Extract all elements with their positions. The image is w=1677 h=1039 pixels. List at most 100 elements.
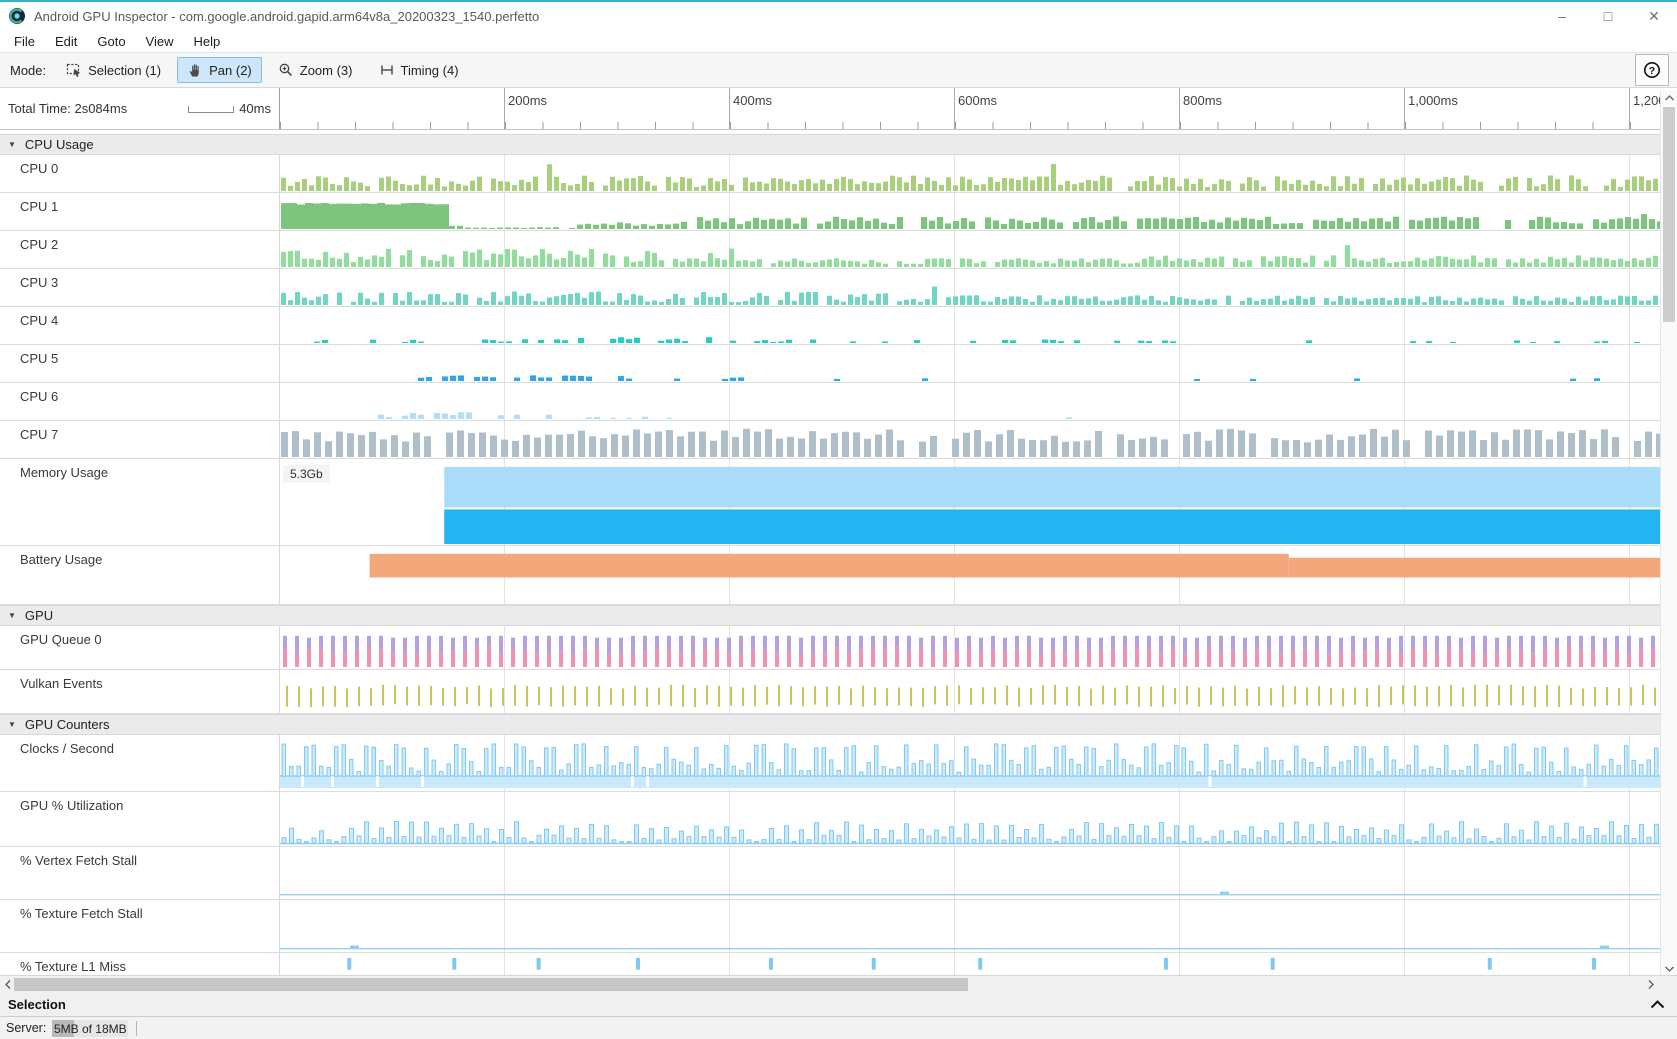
track-row-texture-fetch-stall: % Texture Fetch Stall bbox=[0, 900, 1660, 953]
track-label-cpu-0: CPU 0 bbox=[0, 155, 280, 192]
track-chart-vulkan-events[interactable] bbox=[280, 670, 1660, 713]
mode-button-label: Selection (1) bbox=[88, 63, 161, 78]
track-chart-cpu-1[interactable] bbox=[280, 193, 1660, 230]
close-button[interactable]: ✕ bbox=[1631, 2, 1677, 30]
track-chart-cpu-7[interactable] bbox=[280, 421, 1660, 458]
track-chart-texture-fetch-stall[interactable] bbox=[280, 900, 1660, 952]
vertical-scrollbar[interactable] bbox=[1660, 90, 1677, 977]
track-chart-gpu-queue-0[interactable] bbox=[280, 626, 1660, 669]
track-chart-cpu-3[interactable] bbox=[280, 269, 1660, 306]
track-chart-vertex-fetch-stall[interactable] bbox=[280, 847, 1660, 899]
collapse-triangle-icon: ▼ bbox=[8, 140, 16, 149]
track-chart-battery-usage[interactable] bbox=[280, 546, 1660, 604]
window-controls: – □ ✕ bbox=[1539, 2, 1677, 30]
server-memory-progress: 5MB of 18MB bbox=[52, 1020, 128, 1037]
track-chart-cpu-2[interactable] bbox=[280, 231, 1660, 268]
track-chart-memory-usage[interactable]: 5.3Gb bbox=[280, 459, 1660, 545]
track-label-vertex-fetch-stall: % Vertex Fetch Stall bbox=[0, 847, 280, 899]
track-label-cpu-5: CPU 5 bbox=[0, 345, 280, 382]
section-header-cpu-usage[interactable]: ▼CPU Usage bbox=[0, 134, 1660, 155]
mode-button-label: Pan (2) bbox=[209, 63, 252, 78]
status-bar: Server: 5MB of 18MB bbox=[0, 1017, 1677, 1039]
selection-panel-header: Selection bbox=[0, 993, 1677, 1017]
track-label-gpu-utilization: GPU % Utilization bbox=[0, 792, 280, 846]
svg-text:?: ? bbox=[1649, 65, 1655, 77]
section-header-gpu-counters[interactable]: ▼ GPU Counters bbox=[0, 714, 1660, 735]
track-row-cpu-4: CPU 4 bbox=[0, 307, 1660, 345]
timeline-tracks: ▼CPU UsageCPU 0CPU 1CPU 2CPU 3CPU 4CPU 5… bbox=[0, 130, 1660, 975]
menu-item-edit[interactable]: Edit bbox=[45, 32, 87, 51]
toolbar: Mode: Selection (1)Pan (2)Zoom (3)Timing… bbox=[0, 52, 1677, 88]
zoom-3-button[interactable]: Zoom (3) bbox=[268, 57, 363, 83]
mode-button-label: Timing (4) bbox=[401, 63, 459, 78]
track-row-cpu-1: CPU 1 bbox=[0, 193, 1660, 231]
track-label-cpu-4: CPU 4 bbox=[0, 307, 280, 344]
mode-button-label: Zoom (3) bbox=[300, 63, 353, 78]
ruler-tick-label: 1,000ms bbox=[1408, 93, 1458, 108]
track-chart-gpu-utilization[interactable] bbox=[280, 792, 1660, 846]
track-row-vulkan-events: Vulkan Events bbox=[0, 670, 1660, 714]
pan-2-button[interactable]: Pan (2) bbox=[177, 57, 262, 83]
menu-item-file[interactable]: File bbox=[4, 32, 45, 51]
collapse-triangle-icon: ▼ bbox=[8, 720, 16, 729]
track-chart-clocks-second[interactable] bbox=[280, 735, 1660, 791]
ruler-tick-label: 400ms bbox=[733, 93, 772, 108]
scroll-up-icon[interactable] bbox=[1661, 90, 1677, 106]
horizontal-scrollbar[interactable] bbox=[0, 975, 1677, 993]
mode-buttons: Selection (1) Pan (2) Zoom (3) Timing (4) bbox=[56, 57, 468, 83]
scale-indicator: 40ms bbox=[188, 101, 271, 116]
server-label: Server: bbox=[6, 1021, 46, 1035]
track-chart-texture-l1-miss[interactable] bbox=[280, 953, 1660, 975]
horizontal-scroll-thumb[interactable] bbox=[14, 978, 968, 991]
timeline-ruler: Total Time: 2s084ms 40ms 200ms400ms600ms… bbox=[0, 88, 1660, 130]
track-row-vertex-fetch-stall: % Vertex Fetch Stall bbox=[0, 847, 1660, 900]
section-header-gpu[interactable]: ▼ GPU bbox=[0, 605, 1660, 626]
selection-1-button[interactable]: Selection (1) bbox=[56, 57, 171, 83]
scroll-right-icon[interactable] bbox=[1643, 976, 1659, 993]
menu-item-help[interactable]: Help bbox=[184, 32, 231, 51]
total-time-label: Total Time: 2s084ms bbox=[8, 101, 127, 116]
menu-bar: FileEditGotoViewHelp bbox=[0, 30, 1677, 52]
ruler-scale[interactable]: 200ms400ms600ms800ms1,000ms1,200ms bbox=[280, 88, 1660, 129]
track-chart-cpu-6[interactable] bbox=[280, 383, 1660, 420]
track-row-cpu-2: CPU 2 bbox=[0, 231, 1660, 269]
track-row-battery-usage: Battery Usage bbox=[0, 546, 1660, 605]
track-row-gpu-utilization: GPU % Utilization bbox=[0, 792, 1660, 847]
track-chart-cpu-5[interactable] bbox=[280, 345, 1660, 382]
track-label-vulkan-events: Vulkan Events bbox=[0, 670, 280, 713]
maximize-button[interactable]: □ bbox=[1585, 2, 1631, 30]
help-icon: ? bbox=[1642, 60, 1662, 80]
collapse-triangle-icon: ▼ bbox=[8, 611, 16, 620]
ruler-tick-label: 800ms bbox=[1183, 93, 1222, 108]
track-row-cpu-3: CPU 3 bbox=[0, 269, 1660, 307]
track-chart-cpu-4[interactable] bbox=[280, 307, 1660, 344]
track-row-cpu-7: CPU 7 bbox=[0, 421, 1660, 459]
ruler-tick-label: 1,200ms bbox=[1633, 93, 1660, 108]
menu-item-view[interactable]: View bbox=[136, 32, 184, 51]
track-label-battery-usage: Battery Usage bbox=[0, 546, 280, 604]
track-row-clocks-second: Clocks / Second bbox=[0, 735, 1660, 792]
server-memory-text: 5MB of 18MB bbox=[52, 1022, 128, 1036]
track-row-cpu-5: CPU 5 bbox=[0, 345, 1660, 383]
vertical-scroll-thumb[interactable] bbox=[1663, 107, 1675, 322]
scrollbar-corner bbox=[1660, 976, 1677, 993]
track-label-texture-l1-miss: % Texture L1 Miss bbox=[0, 953, 280, 975]
track-label-texture-fetch-stall: % Texture Fetch Stall bbox=[0, 900, 280, 952]
ruler-minor-ticks bbox=[280, 122, 1660, 129]
track-chart-cpu-0[interactable] bbox=[280, 155, 1660, 192]
status-separator bbox=[136, 1021, 137, 1036]
expand-panel-chevron-icon[interactable] bbox=[1650, 1000, 1665, 1009]
timing-4-button[interactable]: Timing (4) bbox=[369, 57, 469, 83]
track-row-texture-l1-miss: % Texture L1 Miss bbox=[0, 953, 1660, 975]
section-label: GPU Counters bbox=[25, 717, 110, 732]
minimize-button[interactable]: – bbox=[1539, 2, 1585, 30]
section-label: GPU bbox=[25, 608, 53, 623]
ruler-summary: Total Time: 2s084ms 40ms bbox=[0, 88, 280, 129]
window-title: Android GPU Inspector - com.google.andro… bbox=[34, 9, 539, 24]
menu-item-goto[interactable]: Goto bbox=[87, 32, 135, 51]
scale-value: 40ms bbox=[239, 101, 271, 116]
track-row-cpu-0: CPU 0 bbox=[0, 155, 1660, 193]
title-bar: Android GPU Inspector - com.google.andro… bbox=[0, 2, 1677, 30]
track-label-gpu-queue-0: GPU Queue 0 bbox=[0, 626, 280, 669]
help-button[interactable]: ? bbox=[1635, 54, 1669, 86]
